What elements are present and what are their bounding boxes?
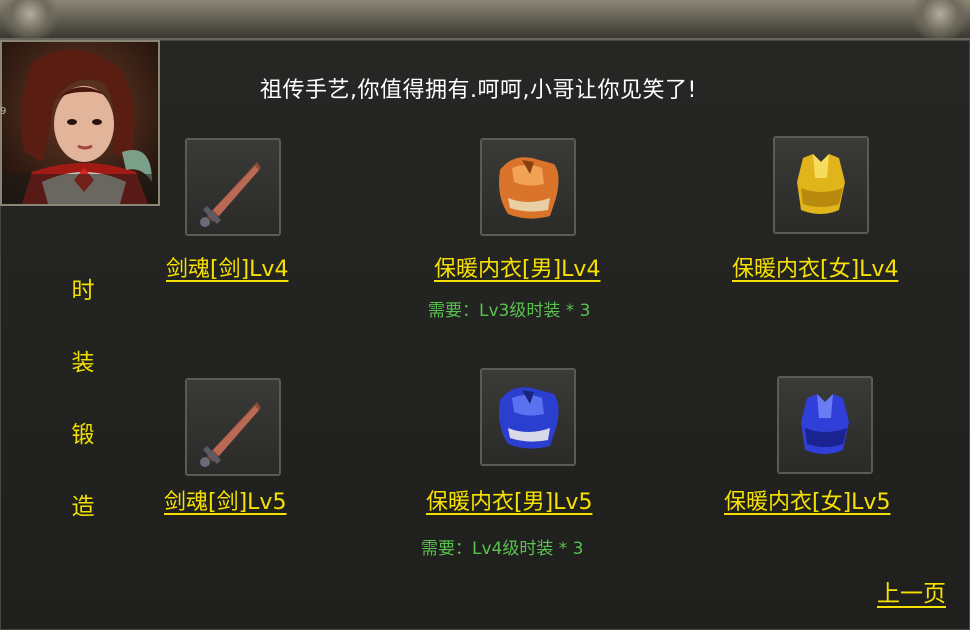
npc-portrait <box>0 40 160 206</box>
item-name-link[interactable]: 保暖内衣[男]Lv5 <box>426 484 592 516</box>
sword-icon <box>200 162 261 227</box>
category-char: 时 <box>71 278 95 304</box>
blue-robe-icon <box>499 387 559 449</box>
item-slot-sword-lv5[interactable] <box>185 378 281 476</box>
category-title: 时 装 锻 造 <box>66 272 100 560</box>
category-char: 造 <box>71 494 95 520</box>
item-slot-sword-lv4[interactable] <box>185 138 281 236</box>
orange-robe-icon <box>499 157 559 219</box>
item-name-link[interactable]: 剑魂[剑]Lv5 <box>164 484 286 516</box>
blue-vest-icon <box>801 394 849 454</box>
item-slot-vest-female-lv5[interactable] <box>777 376 873 474</box>
requirement-text: 需要：Lv4级时装 * 3 <box>421 539 584 559</box>
item-slot-robe-male-lv5[interactable] <box>480 368 576 466</box>
prev-page-link[interactable]: 上一页 <box>877 574 946 608</box>
item-name-link[interactable]: 剑魂[剑]Lv4 <box>166 251 288 283</box>
item-name-link[interactable]: 保暖内衣[男]Lv4 <box>434 251 600 283</box>
category-char: 装 <box>71 350 95 376</box>
sword-icon <box>200 402 261 467</box>
item-slot-robe-male-lv4[interactable] <box>480 138 576 236</box>
item-name-link[interactable]: 保暖内衣[女]Lv4 <box>732 251 898 283</box>
category-char: 锻 <box>71 422 95 448</box>
npc-dialog-text: 祖传手艺,你值得拥有.呵呵,小哥让你见笑了! <box>260 78 697 103</box>
top-decorative-frame <box>0 0 970 40</box>
side-number: 9 <box>0 106 7 117</box>
item-slot-vest-female-lv4[interactable] <box>773 136 869 234</box>
gold-vest-icon <box>797 154 845 214</box>
item-name-link[interactable]: 保暖内衣[女]Lv5 <box>724 484 890 516</box>
requirement-text: 需要：Lv3级时装 * 3 <box>428 301 591 321</box>
